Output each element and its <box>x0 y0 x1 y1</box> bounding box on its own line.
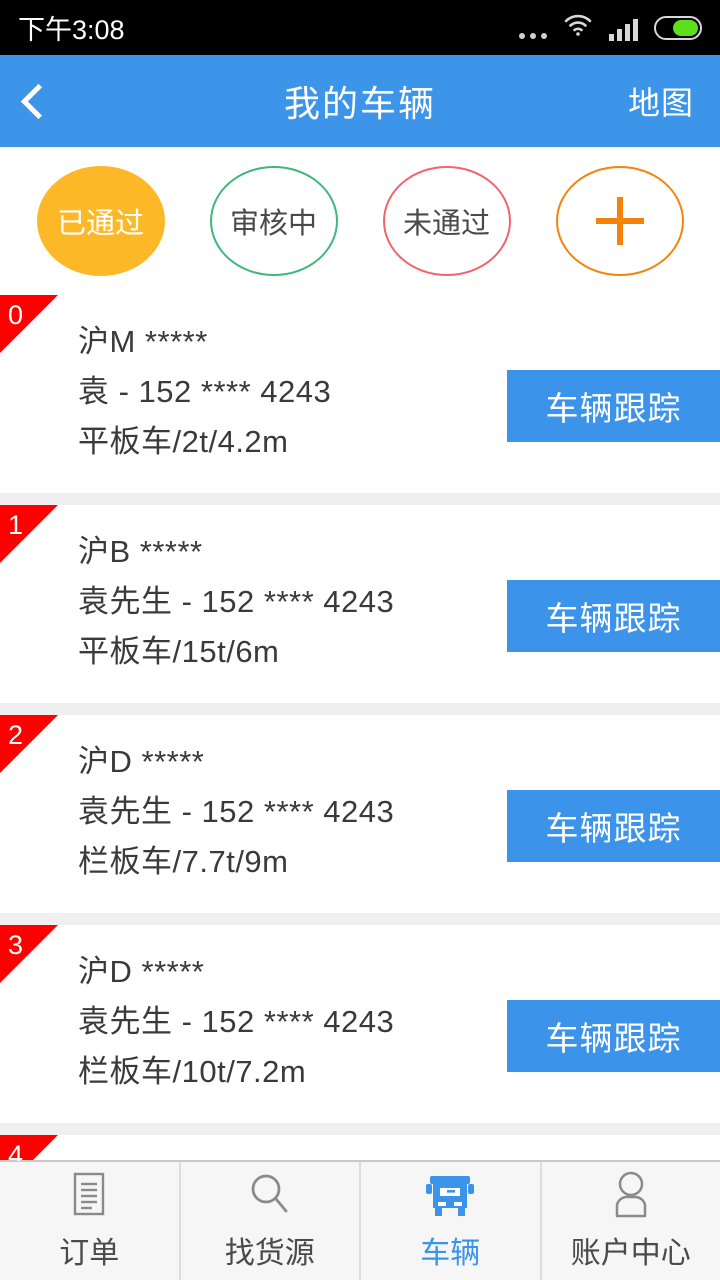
vehicle-card-info: 沪B ***** 袁先生 - 152 **** 4243 平板车/15t/6m <box>78 531 394 673</box>
card-index-badge: 4 <box>8 1140 24 1162</box>
vehicle-card-info: 沪D ***** 袁先生 - 152 **** 4243 栏板车/7.7t/9m <box>78 741 394 883</box>
vehicle-spec: 栏板车/7.7t/9m <box>78 844 289 879</box>
vehicle-plate: 沪D ***** <box>78 744 205 779</box>
document-icon <box>68 1170 110 1222</box>
vehicle-list[interactable]: 0 沪M ***** 袁 - 152 **** 4243 平板车/2t/4.2m… <box>0 295 720 1161</box>
vehicle-spec: 平板车/2t/4.2m <box>78 424 289 459</box>
card-index-badge: 0 <box>8 300 24 330</box>
vehicle-card[interactable]: 2 沪D ***** 袁先生 - 152 **** 4243 栏板车/7.7t/… <box>0 715 720 913</box>
vehicle-contact: 袁先生 - 152 **** 4243 <box>78 1004 395 1039</box>
card-index-badge: 1 <box>8 510 24 540</box>
card-index-badge: 2 <box>8 720 24 750</box>
filter-reviewing-label: 审核中 <box>229 208 317 240</box>
nav-item-find-cargo[interactable]: 找货源 <box>181 1162 361 1280</box>
vehicle-card[interactable]: 0 沪M ***** 袁 - 152 **** 4243 平板车/2t/4.2m… <box>0 295 720 493</box>
vehicle-plate: 沪B ***** <box>78 534 203 569</box>
battery-icon <box>654 15 702 40</box>
wifi-icon <box>563 13 593 42</box>
bottom-navigation: 订单 找货源 车辆 账户中心 <box>0 1160 720 1280</box>
more-dots-icon <box>519 13 547 42</box>
filter-rejected[interactable]: 未通过 <box>382 166 511 276</box>
filter-approved-label: 已通过 <box>56 208 144 240</box>
nav-item-vehicles[interactable]: 车辆 <box>361 1162 542 1280</box>
vehicle-contact: 袁先生 - 152 **** 4243 <box>78 584 395 619</box>
person-icon <box>608 1170 654 1222</box>
map-button[interactable]: 地图 <box>628 78 694 124</box>
add-vehicle-button[interactable] <box>555 166 684 276</box>
filter-approved[interactable]: 已通过 <box>36 166 165 276</box>
filter-bar: 已通过 审核中 未通过 <box>0 147 720 295</box>
truck-icon <box>422 1170 478 1222</box>
nav-item-vehicles-label: 车辆 <box>420 1237 481 1270</box>
nav-item-orders-label: 订单 <box>59 1237 120 1270</box>
vehicle-card[interactable]: 3 沪D ***** 袁先生 - 152 **** 4243 栏板车/10t/7… <box>0 925 720 1123</box>
chevron-left-icon <box>20 83 57 119</box>
vehicle-card[interactable]: 4 <box>0 1135 720 1161</box>
nav-item-account-label: 账户中心 <box>570 1237 691 1270</box>
status-time: 下午3:08 <box>18 15 125 45</box>
vehicle-spec: 栏板车/10t/7.2m <box>78 1054 307 1089</box>
track-vehicle-button[interactable]: 车辆跟踪 <box>507 1000 720 1072</box>
track-vehicle-button[interactable]: 车辆跟踪 <box>507 790 720 862</box>
app-screen: 下午3:08 我的车辆 地图 已通过 审核中 未通过 0 沪M ***** 袁 … <box>0 0 720 1280</box>
card-index-badge: 3 <box>8 930 24 960</box>
vehicle-card[interactable]: 1 沪B ***** 袁先生 - 152 **** 4243 平板车/15t/6… <box>0 505 720 703</box>
page-title: 我的车辆 <box>283 83 436 124</box>
filter-reviewing[interactable]: 审核中 <box>209 166 338 276</box>
vehicle-plate: 沪D ***** <box>78 954 205 989</box>
app-header: 我的车辆 地图 <box>0 55 720 147</box>
track-vehicle-button[interactable]: 车辆跟踪 <box>507 370 720 442</box>
nav-item-orders[interactable]: 订单 <box>0 1162 181 1280</box>
vehicle-card-info: 沪D ***** 袁先生 - 152 **** 4243 栏板车/10t/7.2… <box>78 951 394 1093</box>
vehicle-contact: 袁先生 - 152 **** 4243 <box>78 794 395 829</box>
signal-icon <box>609 15 638 41</box>
nav-item-find-cargo-label: 找货源 <box>224 1237 315 1270</box>
vehicle-contact: 袁 - 152 **** 4243 <box>78 374 332 409</box>
vehicle-spec: 平板车/15t/6m <box>78 634 280 669</box>
vehicle-plate: 沪M ***** <box>78 324 208 359</box>
status-bar: 下午3:08 <box>0 0 720 55</box>
vehicle-card-info: 沪M ***** 袁 - 152 **** 4243 平板车/2t/4.2m <box>78 321 331 463</box>
back-button[interactable] <box>20 55 86 147</box>
nav-item-account[interactable]: 账户中心 <box>542 1162 720 1280</box>
plus-icon <box>595 197 644 245</box>
status-icon-group <box>519 13 702 42</box>
search-icon <box>247 1170 293 1222</box>
track-vehicle-button[interactable]: 车辆跟踪 <box>507 580 720 652</box>
filter-rejected-label: 未通过 <box>402 208 490 240</box>
